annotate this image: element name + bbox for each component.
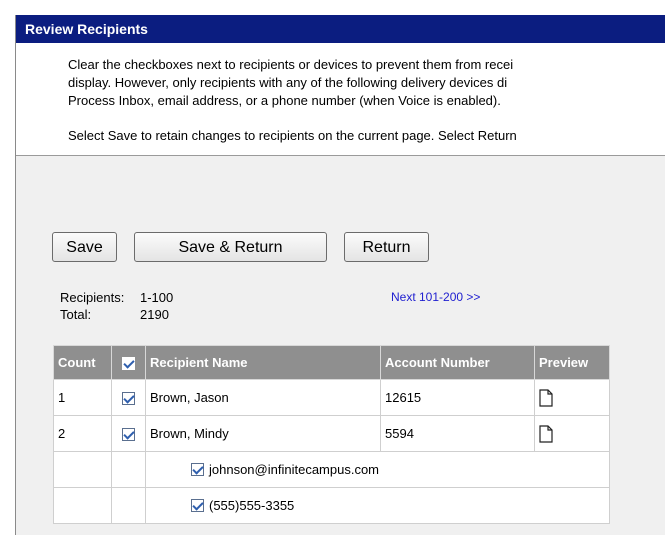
column-header-account[interactable]: Account Number — [380, 345, 535, 380]
empty-cell — [53, 487, 112, 524]
save-button[interactable]: Save — [52, 232, 117, 262]
recipient-name: Brown, Jason — [145, 379, 381, 416]
select-all-checkbox[interactable] — [122, 357, 135, 371]
instructions-line-2: display. However, only recipients with a… — [68, 75, 508, 90]
instructions-line-1: Clear the checkboxes next to recipients … — [68, 57, 514, 72]
device-email: johnson@infinitecampus.com — [209, 462, 380, 477]
account-number: 12615 — [380, 379, 535, 416]
device-cell: (555)555-3355 — [145, 487, 610, 524]
instructions-box: Clear the checkboxes next to recipients … — [16, 43, 665, 156]
preview-cell — [534, 379, 610, 416]
next-page-link[interactable]: Next 101-200 >> — [391, 290, 480, 304]
panel-title: Review Recipients — [16, 15, 665, 43]
row-select-cell — [111, 415, 146, 452]
device-cell: johnson@infinitecampus.com — [145, 451, 610, 488]
row-count: 2 — [53, 415, 112, 452]
account-number: 5594 — [380, 415, 535, 452]
total-value: 2190 — [140, 307, 169, 322]
device-row: (555)555-3355 — [53, 487, 610, 524]
recipients-table: Count Recipient Name Account Number Prev… — [53, 345, 610, 524]
recipients-label: Recipients: — [60, 290, 125, 305]
total-label: Total: — [60, 307, 92, 322]
return-button[interactable]: Return — [344, 232, 429, 262]
recipient-name: Brown, Mindy — [145, 415, 381, 452]
instructions-line-4: Select Save to retain changes to recipie… — [68, 128, 517, 143]
table-header-row: Count Recipient Name Account Number Prev… — [53, 345, 610, 380]
device-phone: (555)555-3355 — [209, 498, 295, 513]
column-header-select-all[interactable] — [111, 345, 146, 380]
column-header-preview: Preview — [534, 345, 610, 380]
recipient-checkbox[interactable] — [122, 392, 135, 406]
preview-cell — [534, 415, 610, 452]
empty-cell — [111, 487, 146, 524]
device-row: johnson@infinitecampus.com — [53, 451, 610, 488]
preview-document-icon[interactable] — [539, 388, 553, 407]
column-header-count[interactable]: Count — [53, 345, 112, 380]
save-and-return-button[interactable]: Save & Return — [134, 232, 327, 262]
row-select-cell — [111, 379, 146, 416]
recipients-range: 1-100 — [140, 290, 174, 305]
empty-cell — [53, 451, 112, 488]
recipient-checkbox[interactable] — [122, 428, 135, 442]
empty-cell — [111, 451, 146, 488]
preview-document-icon[interactable] — [539, 424, 553, 443]
table-row: 2 Brown, Mindy 5594 — [53, 415, 610, 452]
row-count: 1 — [53, 379, 112, 416]
table-row: 1 Brown, Jason 12615 — [53, 379, 610, 416]
column-header-name[interactable]: Recipient Name — [145, 345, 381, 380]
instructions-line-3: Process Inbox, email address, or a phone… — [68, 93, 501, 108]
device-checkbox[interactable] — [191, 463, 204, 476]
device-checkbox[interactable] — [191, 499, 204, 512]
